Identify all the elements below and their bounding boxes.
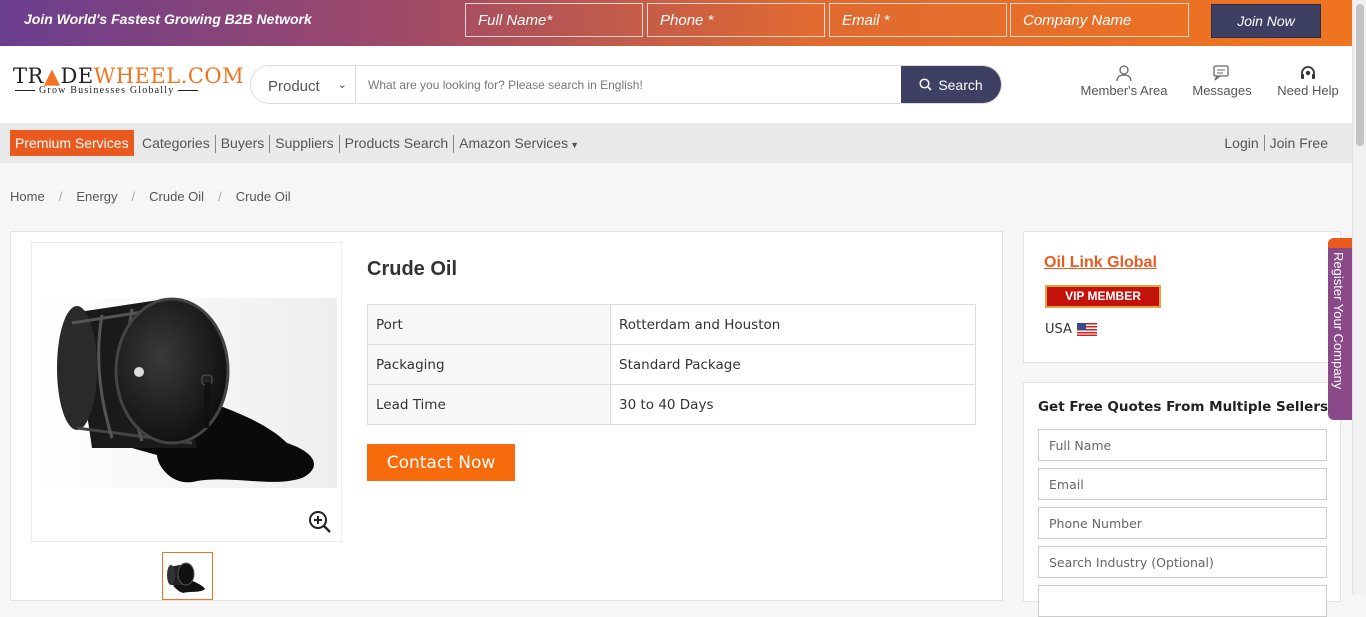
breadcrumb-energy[interactable]: Energy [76,189,117,204]
table-row: Packaging Standard Package [367,344,976,385]
search-bar: Product ⌄ Search [250,65,1002,104]
quote-form: Get Free Quotes From Multiple Sellers [1023,382,1341,617]
seller-name-link[interactable]: Oil Link Global [1044,254,1157,272]
breadcrumb: Home / Energy / Crude Oil / Crude Oil [10,189,291,204]
need-help-link[interactable]: Need Help [1275,64,1341,98]
nav-amazon-services[interactable]: Amazon Services ▼ [454,135,584,153]
signup-slogan: Join World's Fastest Growing B2B Network [24,11,312,27]
us-flag-icon [1076,323,1097,336]
quote-industry-input[interactable] [1038,546,1327,578]
logo-tagline: Grow Businesses Globally [39,85,175,96]
breadcrumb-home[interactable]: Home [10,189,45,204]
nav-categories[interactable]: Categories [137,135,216,153]
user-icon [1116,65,1132,82]
contact-now-button[interactable]: Contact Now [367,444,515,481]
headset-icon [1301,66,1315,79]
top-signup-bar: Join World's Fastest Growing B2B Network… [0,0,1352,46]
nav-login[interactable]: Login [1219,135,1265,151]
nav-join-free[interactable]: Join Free [1265,135,1328,151]
signup-phone-input[interactable] [647,3,825,37]
messages-icon [1213,65,1229,81]
search-category-select[interactable]: Product ⌄ [251,66,356,103]
zoom-in-icon[interactable] [308,510,332,534]
signup-company-input[interactable] [1010,3,1189,37]
search-icon [919,78,932,91]
nav-suppliers[interactable]: Suppliers [270,135,340,153]
quote-extra-input[interactable] [1038,585,1327,617]
product-image[interactable] [31,242,342,542]
table-row: Port Rotterdam and Houston [367,304,976,345]
search-button[interactable]: Search [901,66,1001,103]
spec-value: Rotterdam and Houston [610,304,976,345]
nav-buyers[interactable]: Buyers [216,135,271,153]
quote-email-input[interactable] [1038,468,1327,500]
signup-full-name-input[interactable] [465,3,643,37]
spec-key: Packaging [367,344,611,385]
scrollbar-thumb[interactable] [1356,4,1364,146]
search-input[interactable] [357,66,902,103]
join-now-button[interactable]: Join Now [1211,4,1321,38]
product-spec-table: Port Rotterdam and Houston Packaging Sta… [367,304,976,425]
product-card: Crude Oil Port Rotterdam and Houston Pac… [10,231,1003,601]
spec-value: 30 to 40 Days [610,384,976,425]
chevron-down-icon: ⌄ [337,79,347,91]
messages-link[interactable]: Messages [1190,64,1254,98]
quote-phone-input[interactable] [1038,507,1327,539]
breadcrumb-current: Crude Oil [235,189,291,204]
oil-barrel-image [36,297,337,488]
quote-form-title: Get Free Quotes From Multiple Sellers [1037,399,1329,415]
site-header: TR▲DEWHEEL.COM Grow Businesses Globally … [0,46,1352,123]
product-title: Crude Oil [367,258,458,280]
signup-email-input[interactable] [829,3,1007,37]
seller-country: USA [1045,322,1097,337]
page-scrollbar[interactable] [1352,0,1366,595]
product-thumbnail[interactable] [162,552,213,600]
caret-down-icon: ▼ [570,140,580,150]
register-company-tab[interactable]: Register Your Company [1328,238,1352,420]
nav-products-search[interactable]: Products Search [340,135,455,153]
seller-card: Oil Link Global VIP MEMBER USA [1023,231,1341,363]
spec-key: Lead Time [367,384,611,425]
nav-premium-services[interactable]: Premium Services [10,130,134,156]
spec-value: Standard Package [610,344,976,385]
oil-barrel-thumbnail-image [167,562,205,593]
table-row: Lead Time 30 to 40 Days [367,384,976,425]
spec-key: Port [367,304,611,345]
members-area-link[interactable]: Member's Area [1080,64,1168,98]
main-nav: Premium Services Categories Buyers Suppl… [0,123,1352,163]
tradewheel-logo[interactable]: TR▲DEWHEEL.COM Grow Businesses Globally [13,64,244,96]
breadcrumb-crude-oil-category[interactable]: Crude Oil [149,189,204,204]
quote-full-name-input[interactable] [1038,429,1327,461]
vip-member-badge: VIP MEMBER [1045,285,1161,308]
